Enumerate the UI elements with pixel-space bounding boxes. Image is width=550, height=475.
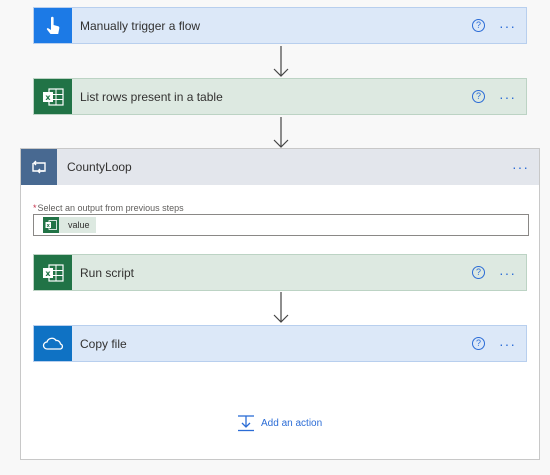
dynamic-content-token[interactable]: x value <box>43 217 96 233</box>
loop-icon <box>21 149 57 185</box>
select-output-field[interactable]: x value <box>33 214 529 236</box>
connector-arrow-icon <box>273 292 289 323</box>
excel-icon: x <box>43 217 59 233</box>
more-options-icon[interactable]: ··· <box>499 19 516 33</box>
trigger-step-card[interactable]: Manually trigger a flow ? ··· <box>33 7 527 44</box>
token-label: value <box>68 220 90 230</box>
touch-hand-icon <box>34 8 72 43</box>
excel-icon: x <box>34 255 72 290</box>
step-title: List rows present in a table <box>80 89 223 104</box>
svg-text:x: x <box>45 93 51 102</box>
loop-title: CountyLoop <box>67 160 132 174</box>
add-action-label: Add an action <box>261 418 323 429</box>
loop-header[interactable]: CountyLoop ··· <box>21 149 539 185</box>
help-icon[interactable]: ? <box>472 19 485 32</box>
required-mark: * <box>33 203 37 213</box>
run-script-step-card[interactable]: x Run script ? ··· <box>33 254 527 291</box>
help-icon[interactable]: ? <box>472 337 485 350</box>
excel-icon: x <box>34 79 72 114</box>
help-icon[interactable]: ? <box>472 90 485 103</box>
step-title: Manually trigger a flow <box>80 18 201 33</box>
step-title: Copy file <box>80 336 127 351</box>
more-options-icon[interactable]: ··· <box>499 266 516 280</box>
more-options-icon[interactable]: ··· <box>512 160 529 174</box>
onedrive-cloud-icon <box>34 326 72 361</box>
more-options-icon[interactable]: ··· <box>499 90 516 104</box>
step-title: Run script <box>80 265 135 280</box>
connector-arrow-icon <box>273 117 289 148</box>
apply-to-each-loop: CountyLoop ··· *Select an output from pr… <box>20 148 540 460</box>
more-options-icon[interactable]: ··· <box>499 337 516 351</box>
list-rows-step-card[interactable]: x List rows present in a table ? ··· <box>33 78 527 115</box>
svg-text:x: x <box>45 269 51 278</box>
help-icon[interactable]: ? <box>472 266 485 279</box>
add-action-button[interactable]: Add an action <box>237 415 322 432</box>
select-output-label: *Select an output from previous steps <box>33 203 184 213</box>
copy-file-step-card[interactable]: Copy file ? ··· <box>33 325 527 362</box>
connector-arrow-icon <box>273 46 289 77</box>
select-output-text: Select an output from previous steps <box>37 203 184 213</box>
add-action-icon <box>238 415 254 432</box>
